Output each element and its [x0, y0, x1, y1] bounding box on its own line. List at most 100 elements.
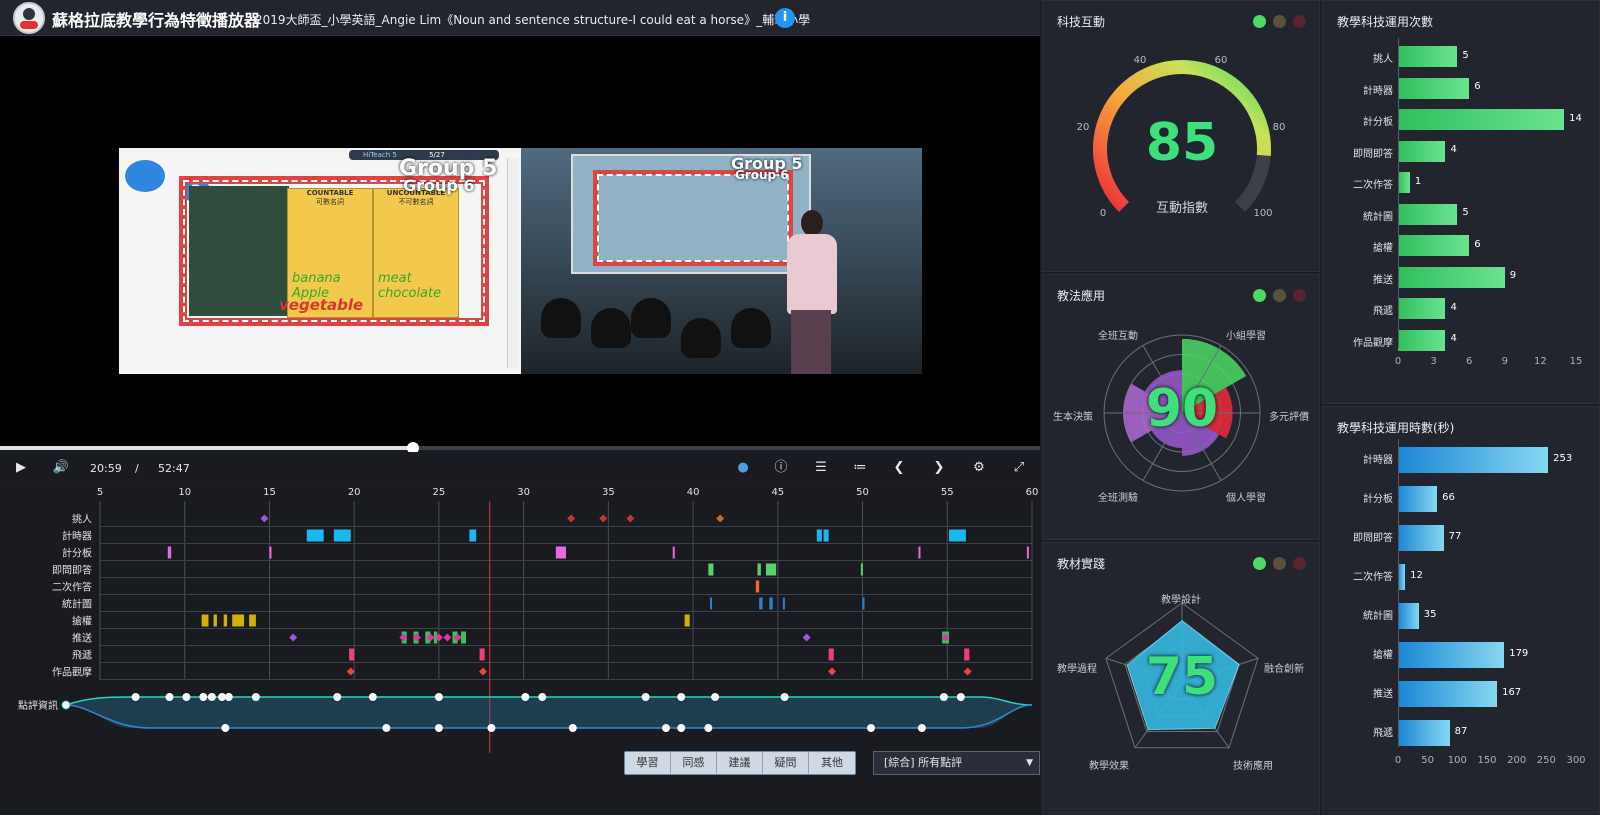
- feedback-point[interactable]: [677, 693, 686, 701]
- timeline-tick-label: 15: [263, 487, 276, 498]
- timeline-event[interactable]: [710, 597, 713, 610]
- timeline-event[interactable]: [232, 614, 245, 627]
- timeline-event-marker[interactable]: [346, 667, 355, 676]
- feedback-point[interactable]: [224, 693, 233, 701]
- feedback-point[interactable]: [661, 724, 670, 732]
- feedback-point[interactable]: [568, 724, 577, 732]
- location-pin-icon[interactable]: ●: [734, 459, 752, 477]
- feedback-point[interactable]: [711, 693, 720, 701]
- timeline-event[interactable]: [948, 529, 966, 542]
- timeline-event[interactable]: [469, 529, 477, 542]
- timeline-event-marker[interactable]: [599, 514, 608, 523]
- timeline-event-marker[interactable]: [260, 514, 269, 523]
- timeline-event-marker[interactable]: [626, 514, 635, 523]
- filter-suggestion-button[interactable]: 建議: [717, 752, 763, 774]
- feedback-point[interactable]: [199, 693, 208, 701]
- feedback-point[interactable]: [182, 693, 191, 701]
- feedback-point[interactable]: [487, 724, 496, 732]
- feedback-point[interactable]: [434, 693, 443, 701]
- chart-icon[interactable]: ≔: [851, 459, 869, 477]
- feedback-point[interactable]: [333, 693, 342, 701]
- filter-empathy-button[interactable]: 同感: [671, 752, 717, 774]
- timeline-event[interactable]: [860, 563, 863, 576]
- timeline-event[interactable]: [167, 546, 172, 559]
- timeline-event[interactable]: [918, 546, 921, 559]
- feedback-point[interactable]: [207, 693, 216, 701]
- timeline-event-marker[interactable]: [802, 633, 811, 642]
- timeline-event[interactable]: [555, 546, 566, 559]
- feedback-point[interactable]: [780, 693, 789, 701]
- timeline-event[interactable]: [759, 597, 763, 610]
- bar-value-label: 66: [1442, 492, 1455, 503]
- timeline-event-marker[interactable]: [567, 514, 576, 523]
- fullscreen-icon[interactable]: ⤢: [1010, 459, 1028, 477]
- previous-icon[interactable]: ❮: [890, 459, 908, 477]
- settings-icon[interactable]: ⚙: [970, 459, 988, 477]
- feedback-point[interactable]: [956, 693, 965, 701]
- feedback-point[interactable]: [165, 693, 174, 701]
- timeline-event[interactable]: [269, 546, 272, 559]
- feedback-point[interactable]: [939, 693, 948, 701]
- timeline-event[interactable]: [223, 614, 228, 627]
- timeline-event[interactable]: [306, 529, 324, 542]
- timeline-event[interactable]: [755, 580, 760, 593]
- feedback-point[interactable]: [434, 724, 443, 732]
- timeline-event[interactable]: [479, 648, 485, 661]
- feedback-point[interactable]: [538, 693, 547, 701]
- timeline-event-marker[interactable]: [289, 633, 298, 642]
- feedback-point[interactable]: [131, 693, 140, 701]
- progress-bar[interactable]: [0, 442, 1040, 454]
- timeline-event[interactable]: [333, 529, 351, 542]
- axis-line: [1398, 38, 1399, 348]
- info-circle-icon[interactable]: ⓘ: [772, 459, 790, 477]
- timeline-event[interactable]: [201, 614, 209, 627]
- feedback-point[interactable]: [368, 693, 377, 701]
- feedback-point[interactable]: [641, 693, 650, 701]
- info-icon[interactable]: i: [775, 8, 795, 28]
- filter-question-button[interactable]: 疑問: [763, 752, 809, 774]
- timeline-event[interactable]: [684, 614, 690, 627]
- timeline-event[interactable]: [708, 563, 714, 576]
- feedback-point[interactable]: [251, 693, 260, 701]
- timeline-event-marker[interactable]: [443, 633, 452, 642]
- video-player[interactable]: 3 COUNTABLE 可數名詞 banana Apple UNCOUNTABL…: [0, 36, 1040, 448]
- next-icon[interactable]: ❯: [930, 459, 948, 477]
- timeline-event[interactable]: [1026, 546, 1029, 559]
- timeline-event[interactable]: [249, 614, 256, 627]
- bar-value-label: 5: [1462, 207, 1469, 218]
- timeline-event-marker[interactable]: [963, 667, 972, 676]
- timeline-event[interactable]: [816, 529, 822, 542]
- timeline-event[interactable]: [213, 614, 217, 627]
- timeline-event[interactable]: [862, 597, 865, 610]
- feedback-point[interactable]: [917, 724, 926, 732]
- timeline-event-marker[interactable]: [716, 514, 725, 523]
- feedback-select[interactable]: [綜合] 所有點評 ▼: [873, 751, 1040, 775]
- timeline-event[interactable]: [765, 563, 777, 576]
- bar-value-label: 9: [1509, 270, 1517, 281]
- timeline-row-label: 統計圖: [62, 598, 92, 611]
- play-icon[interactable]: ▶: [12, 459, 30, 477]
- timeline-event[interactable]: [828, 648, 834, 661]
- list-icon[interactable]: ☰: [812, 459, 830, 477]
- filter-other-button[interactable]: 其他: [809, 752, 855, 774]
- feedback-point[interactable]: [704, 724, 713, 732]
- axis-tick-label: 6: [1466, 356, 1473, 367]
- timeline-event[interactable]: [757, 563, 761, 576]
- feedback-point[interactable]: [677, 724, 686, 732]
- timeline-event[interactable]: [782, 597, 785, 610]
- volume-icon[interactable]: 🔊: [52, 459, 70, 477]
- timeline-event[interactable]: [964, 648, 970, 661]
- timeline-event[interactable]: [769, 597, 773, 610]
- filter-learning-button[interactable]: 學習: [625, 752, 671, 774]
- timeline-event[interactable]: [672, 546, 675, 559]
- feedback-point[interactable]: [382, 724, 391, 732]
- feedback-point[interactable]: [867, 724, 876, 732]
- timeline-event-marker[interactable]: [828, 667, 837, 676]
- bar: [1398, 140, 1446, 162]
- timeline-event[interactable]: [460, 631, 467, 644]
- timeline-event-marker[interactable]: [478, 667, 487, 676]
- timeline-event[interactable]: [349, 648, 355, 661]
- feedback-point[interactable]: [221, 724, 230, 732]
- timeline-event[interactable]: [823, 529, 829, 542]
- feedback-point[interactable]: [521, 693, 530, 701]
